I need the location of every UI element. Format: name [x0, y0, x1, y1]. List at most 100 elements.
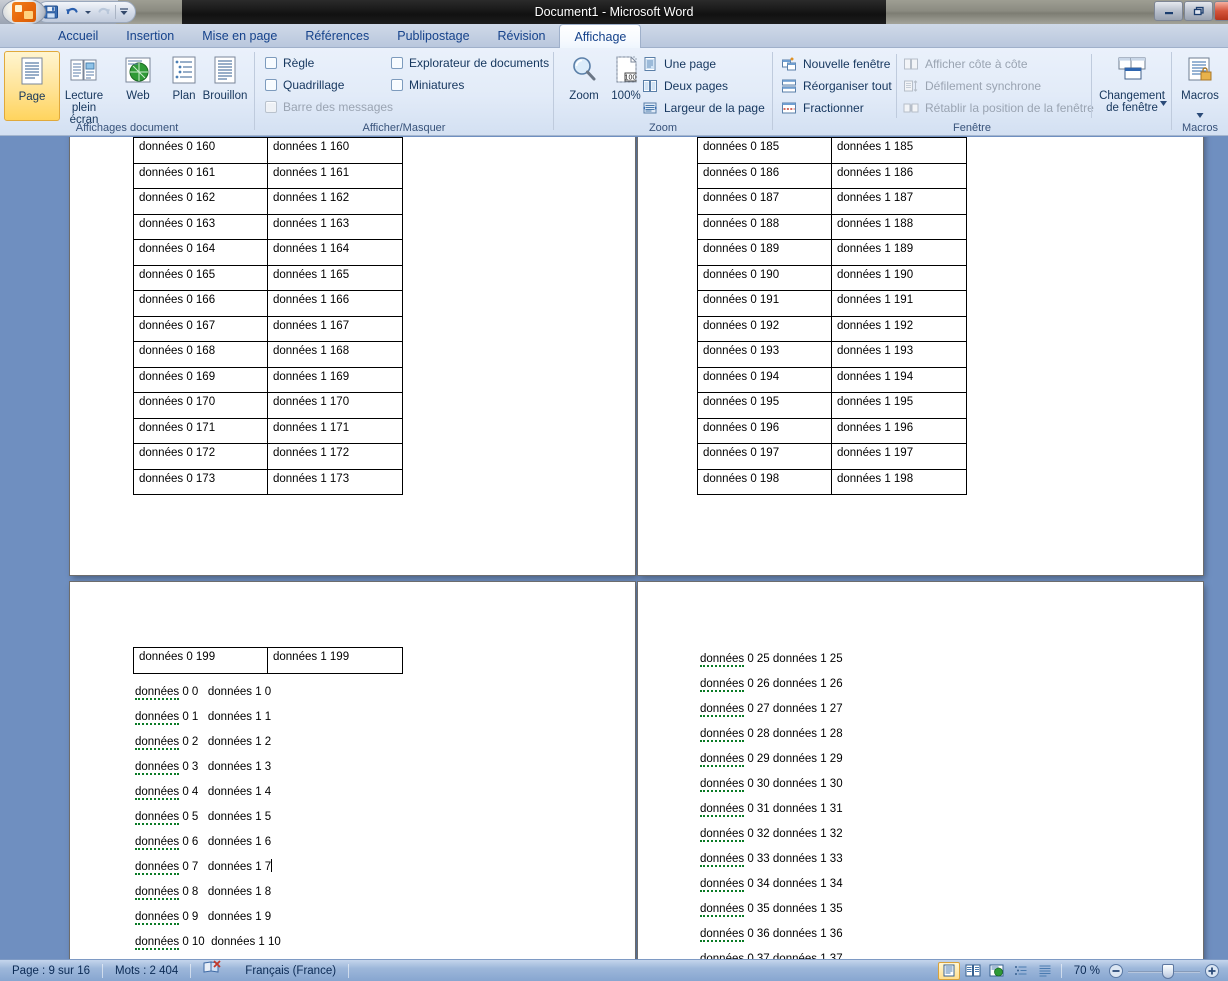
- misspelled-word[interactable]: données: [700, 703, 745, 717]
- document-paragraph[interactable]: données 0 33 données 1 33: [700, 847, 843, 872]
- table-cell-col1[interactable]: données 0 197: [697, 443, 832, 470]
- table-row[interactable]: données 0 199 données 1 199: [133, 647, 403, 674]
- document-paragraph[interactable]: données 0 26 données 1 26: [700, 672, 843, 697]
- zoom-in-button[interactable]: [1204, 963, 1220, 979]
- tab-accueil[interactable]: Accueil: [44, 24, 112, 48]
- misspelled-word[interactable]: données: [135, 836, 180, 850]
- document-paragraph[interactable]: données 0 2 données 1 2: [135, 730, 281, 755]
- table-cell-col1[interactable]: données 0 186: [697, 162, 832, 189]
- table-row[interactable]: données 0 188 données 1 188: [697, 213, 967, 240]
- table-cell-col1[interactable]: données 0 173: [133, 468, 268, 495]
- status-page-info[interactable]: Page : 9 sur 16: [0, 960, 102, 981]
- table-cell-col2[interactable]: données 1 189: [831, 239, 967, 266]
- misspelled-word[interactable]: données: [700, 653, 745, 667]
- table-row[interactable]: données 0 190 données 1 190: [697, 264, 967, 291]
- table-cell-col1[interactable]: données 0 187: [697, 188, 832, 215]
- table-cell-col2[interactable]: données 1 172: [267, 443, 403, 470]
- table-cell-col1[interactable]: données 0 161: [133, 162, 268, 189]
- checkbox-regle-box[interactable]: [265, 57, 277, 69]
- table-cell-col1[interactable]: données 0 190: [697, 264, 832, 291]
- checkbox-explorateur-de-documents[interactable]: Explorateur de documents: [391, 56, 549, 70]
- view-draft-button[interactable]: [1034, 962, 1056, 980]
- misspelled-word[interactable]: données: [700, 903, 745, 917]
- table-row[interactable]: données 0 193 données 1 193: [697, 341, 967, 368]
- table-row[interactable]: données 0 170 données 1 170: [133, 392, 403, 419]
- tab-insertion[interactable]: Insertion: [112, 24, 188, 48]
- zoom-level-label[interactable]: 70 %: [1066, 965, 1108, 977]
- table-row[interactable]: données 0 161 données 1 161: [133, 162, 403, 189]
- table-cell-col2[interactable]: données 1 165: [267, 264, 403, 291]
- table-cell-col2[interactable]: données 1 166: [267, 290, 403, 317]
- table-cell-col1[interactable]: données 0 188: [697, 213, 832, 240]
- document-paragraph[interactable]: données 0 36 données 1 36: [700, 922, 843, 947]
- view-outline-button[interactable]: [1010, 962, 1032, 980]
- misspelled-word[interactable]: données: [135, 886, 180, 900]
- table-row[interactable]: données 0 168 données 1 168: [133, 341, 403, 368]
- table-cell-col2[interactable]: données 1 167: [267, 315, 403, 342]
- view-button-draft[interactable]: Brouillon: [194, 51, 256, 121]
- misspelled-word[interactable]: données: [700, 778, 745, 792]
- table-row[interactable]: données 0 173 données 1 173: [133, 468, 403, 495]
- document-paragraph[interactable]: données 0 30 données 1 30: [700, 772, 843, 797]
- table-cell-col1[interactable]: données 0 165: [133, 264, 268, 291]
- table-cell-col1[interactable]: données 0 164: [133, 239, 268, 266]
- tab-mise-en-page[interactable]: Mise en page: [188, 24, 291, 48]
- table-row[interactable]: données 0 198 données 1 198: [697, 468, 967, 495]
- misspelled-word[interactable]: données: [700, 803, 745, 817]
- table-cell-col2[interactable]: données 1 195: [831, 392, 967, 419]
- table-cell-col1[interactable]: données 0 199: [133, 647, 268, 674]
- table-cell-col2[interactable]: données 1 192: [831, 315, 967, 342]
- document-paragraph[interactable]: données 0 35 données 1 35: [700, 897, 843, 922]
- table-cell-col2[interactable]: données 1 188: [831, 213, 967, 240]
- table-cell-col1[interactable]: données 0 170: [133, 392, 268, 419]
- table-cell-col2[interactable]: données 1 185: [831, 137, 967, 164]
- table-cell-col1[interactable]: données 0 191: [697, 290, 832, 317]
- document-paragraph[interactable]: données 0 6 données 1 6: [135, 830, 281, 855]
- table-row[interactable]: données 0 164 données 1 164: [133, 239, 403, 266]
- zoom-slider-thumb[interactable]: [1162, 963, 1174, 979]
- proofing-errors-icon[interactable]: [203, 959, 221, 981]
- misspelled-word[interactable]: données: [700, 753, 745, 767]
- status-word-count[interactable]: Mots : 2 404: [103, 960, 190, 981]
- zoom-two-pages-button[interactable]: Deux pages: [642, 78, 728, 94]
- table-row[interactable]: données 0 165 données 1 165: [133, 264, 403, 291]
- misspelled-word[interactable]: données: [135, 786, 180, 800]
- table-cell-col2[interactable]: données 1 187: [831, 188, 967, 215]
- table-cell-col2[interactable]: données 1 168: [267, 341, 403, 368]
- checkbox-miniatures-box[interactable]: [391, 79, 403, 91]
- zoom-slider[interactable]: [1128, 963, 1200, 979]
- table-row[interactable]: données 0 187 données 1 187: [697, 188, 967, 215]
- document-workspace[interactable]: données 0 160 données 1 160 données 0 161 d…: [0, 137, 1228, 959]
- table-cell-col2[interactable]: données 1 193: [831, 341, 967, 368]
- document-paragraph[interactable]: données 0 29 données 1 29: [700, 747, 843, 772]
- checkbox-quadrillage-box[interactable]: [265, 79, 277, 91]
- view-print-layout-button[interactable]: [937, 961, 960, 980]
- misspelled-word[interactable]: données: [135, 761, 180, 775]
- table-cell-col2[interactable]: données 1 194: [831, 366, 967, 393]
- table-row[interactable]: données 0 194 données 1 194: [697, 366, 967, 393]
- zoom-one-page-button[interactable]: Une page: [642, 56, 716, 72]
- page-top-right[interactable]: données 0 185 données 1 185 données 0 186 d…: [638, 137, 1203, 575]
- view-button-fullscreen-read[interactable]: Lecture plein écran: [56, 51, 112, 126]
- table-row[interactable]: données 0 197 données 1 197: [697, 443, 967, 470]
- table-row[interactable]: données 0 186 données 1 186: [697, 162, 967, 189]
- misspelled-word[interactable]: données: [700, 728, 745, 742]
- document-paragraph[interactable]: données 0 8 données 1 8: [135, 880, 281, 905]
- table-cell-col1[interactable]: données 0 163: [133, 213, 268, 240]
- table-row[interactable]: données 0 171 données 1 171: [133, 417, 403, 444]
- document-paragraph[interactable]: données 0 27 données 1 27: [700, 697, 843, 722]
- table-row[interactable]: données 0 196 données 1 196: [697, 417, 967, 444]
- document-paragraph[interactable]: données 0 0 données 1 0: [135, 680, 281, 705]
- paragraph-list-bottom-left[interactable]: données 0 0 données 1 0 données 0 1 donné…: [135, 680, 281, 959]
- table-cell-col2[interactable]: données 1 191: [831, 290, 967, 317]
- table-row[interactable]: données 0 189 données 1 189: [697, 239, 967, 266]
- tab-affichage[interactable]: Affichage: [559, 24, 642, 49]
- page-top-left[interactable]: données 0 160 données 1 160 données 0 161 d…: [70, 137, 635, 575]
- table-row[interactable]: données 0 185 données 1 185: [697, 137, 967, 164]
- table-cell-col2[interactable]: données 1 196: [831, 417, 967, 444]
- table-row[interactable]: données 0 166 données 1 166: [133, 290, 403, 317]
- status-language[interactable]: Français (France): [233, 960, 348, 981]
- table-cell-col1[interactable]: données 0 162: [133, 188, 268, 215]
- table-cell-col1[interactable]: données 0 193: [697, 341, 832, 368]
- misspelled-word[interactable]: données: [700, 828, 745, 842]
